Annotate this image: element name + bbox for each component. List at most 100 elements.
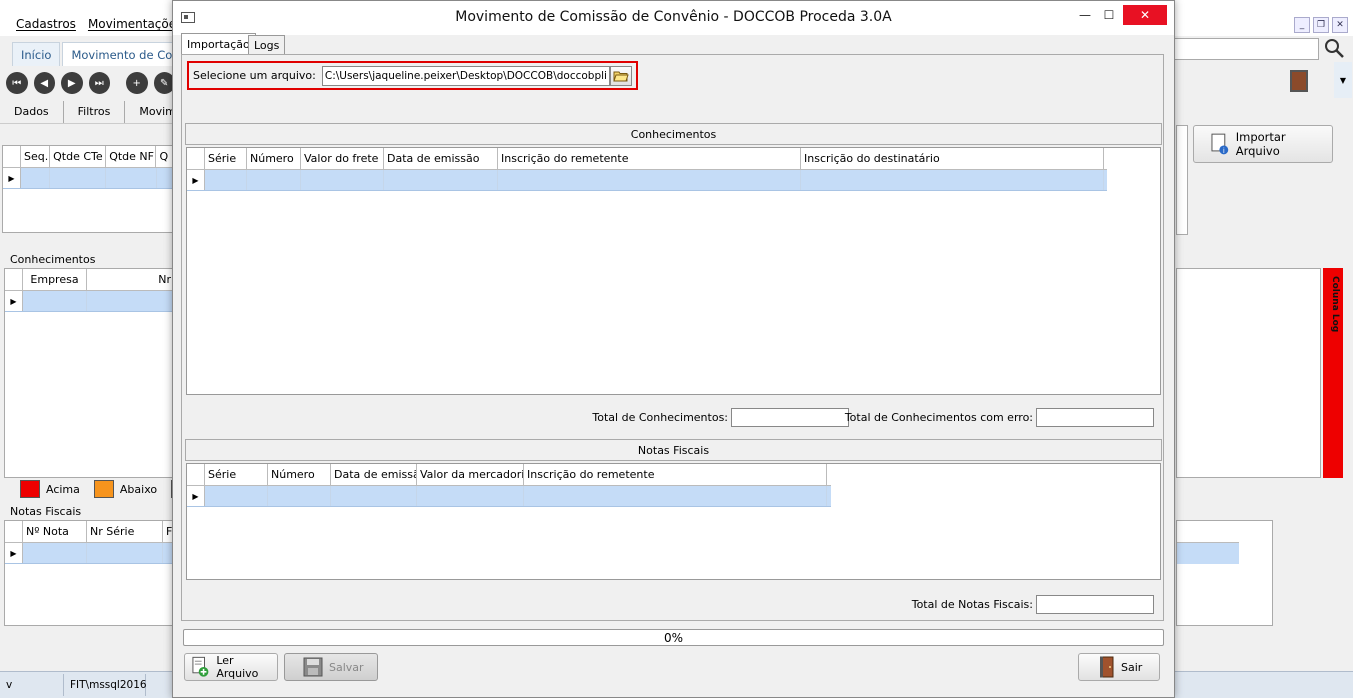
salvar-button[interactable]: Salvar — [284, 653, 378, 681]
table-row[interactable]: ▶ — [187, 170, 1107, 191]
row-pointer-icon: ▶ — [187, 486, 205, 506]
subtab-filtros[interactable]: Filtros — [64, 100, 126, 123]
main-conhecimentos-grid: Empresa Nr ▶ — [4, 268, 176, 478]
main-tabs: Início Movimento de Comis — [0, 38, 202, 66]
col-numero[interactable]: Número — [268, 464, 331, 485]
col-valor-frete[interactable]: Valor do frete — [301, 148, 384, 169]
col-numero-nota[interactable]: Nº Nota — [23, 521, 87, 542]
mdi-restore-icon[interactable]: ❐ — [1313, 17, 1329, 33]
conhecimentos-group-label: Conhecimentos — [8, 253, 98, 266]
previous-record-icon[interactable]: ◀ — [33, 72, 55, 94]
ler-arquivo-button[interactable]: Ler Arquivo — [184, 653, 278, 681]
col-serie[interactable]: Série — [205, 148, 247, 169]
tab-inicio[interactable]: Início — [12, 42, 61, 66]
total-conhecimentos-field[interactable] — [731, 408, 849, 427]
tab-logs[interactable]: Logs — [248, 35, 286, 55]
row-pointer-icon: ▶ — [5, 291, 23, 311]
total-conhecimentos-label: Total de Conhecimentos: — [592, 411, 728, 424]
background-right-panel-top — [1176, 125, 1188, 235]
add-file-icon — [192, 656, 209, 677]
subtab-dados[interactable]: Dados — [0, 100, 64, 123]
notas-fiscais-grid: Série Número Data de emissão Valor da me… — [186, 463, 1161, 580]
movimento-comissao-dialog: Movimento de Comissão de Convênio - DOCC… — [172, 0, 1175, 698]
search-icon[interactable] — [1323, 37, 1347, 61]
importar-arquivo-button[interactable]: i Importar Arquivo — [1193, 125, 1333, 163]
search-input[interactable] — [1174, 38, 1319, 60]
progress-bar: 0% — [183, 629, 1164, 646]
table-row[interactable]: ▶ — [5, 543, 175, 564]
row-pointer-icon: ▶ — [5, 543, 23, 563]
notas-fiscais-group-label: Notas Fiscais — [8, 505, 84, 518]
col-seq[interactable]: Seq. — [21, 146, 51, 167]
total-notas-fiscais-field[interactable] — [1036, 595, 1154, 614]
legend-label-acima: Acima — [46, 482, 80, 496]
col-qtde-nf[interactable]: Qtde NF — [106, 146, 157, 167]
main-notas-grid: Nº Nota Nr Série F ▶ — [4, 520, 176, 626]
total-conhecimentos-erro-label: Total de Conhecimentos com erro: — [844, 411, 1033, 424]
main-menubar: Cadastros Movimentações — [0, 12, 182, 36]
first-record-icon[interactable]: ⏮ — [6, 72, 28, 94]
col-inscricao-destinatario[interactable]: Inscrição do destinatário — [801, 148, 1104, 169]
col-nr-serie[interactable]: Nr Série — [87, 521, 163, 542]
dropdown-arrow-icon[interactable]: ▼ — [1334, 62, 1352, 98]
col-inscricao-remetente[interactable]: Inscrição do remetente — [524, 464, 827, 485]
file-selector: Selecione um arquivo: — [187, 61, 638, 90]
col-nr[interactable]: Nr — [87, 269, 175, 290]
menu-cadastros[interactable]: Cadastros — [16, 17, 76, 31]
legend-swatch-abaixo — [93, 480, 114, 498]
col-valor-mercadoria[interactable]: Valor da mercadoria — [417, 464, 524, 485]
folder-open-icon — [613, 71, 629, 81]
importar-arquivo-label: Importar Arquivo — [1235, 130, 1286, 158]
legend: Acima Abaixo — [20, 480, 192, 498]
main-top-grid: Seq. Qtde CTe Qtde NF Q ▶ — [2, 145, 177, 233]
progress-text: 0% — [663, 631, 684, 645]
conhecimentos-grid: Série Número Valor do frete Data de emis… — [186, 147, 1161, 395]
legend-swatch-acima — [20, 480, 40, 498]
legend-label-abaixo: Abaixo — [119, 482, 158, 496]
close-icon[interactable]: ✕ — [1123, 5, 1167, 25]
last-record-icon[interactable]: ⏭ — [88, 72, 110, 94]
conhecimentos-section-title: Conhecimentos — [185, 123, 1162, 145]
save-disk-icon — [303, 657, 323, 677]
add-record-icon[interactable]: + — [126, 72, 148, 94]
col-data-emissao[interactable]: Data de emissão — [331, 464, 417, 485]
exit-door-icon[interactable] — [1290, 70, 1308, 92]
status-cell-server: FIT\mssql2016 — [64, 674, 147, 696]
svg-text:i: i — [1223, 147, 1225, 155]
salvar-label: Salvar — [329, 660, 364, 674]
mdi-minimize-icon[interactable]: _ — [1294, 17, 1310, 33]
file-selector-label: Selecione um arquivo: — [193, 69, 316, 82]
next-record-icon[interactable]: ▶ — [61, 72, 83, 94]
col-qtde-cte[interactable]: Qtde CTe — [50, 146, 107, 167]
total-conhecimentos-erro-field[interactable] — [1036, 408, 1154, 427]
browse-folder-button[interactable] — [609, 65, 632, 86]
menu-movimentacoes[interactable]: Movimentações — [88, 17, 182, 31]
total-notas-fiscais-label: Total de Notas Fiscais: — [911, 598, 1033, 611]
mdi-close-icon[interactable]: ✕ — [1332, 17, 1348, 33]
col-numero[interactable]: Número — [247, 148, 301, 169]
coluna-log-label: Coluna Log — [1323, 268, 1343, 478]
sair-label: Sair — [1121, 660, 1143, 674]
table-row[interactable]: ▶ — [3, 168, 176, 189]
subtabs: Dados Filtros Movime — [0, 100, 198, 124]
notas-fiscais-section-title: Notas Fiscais — [185, 439, 1162, 461]
table-row[interactable]: ▶ — [187, 486, 831, 507]
col-serie[interactable]: Série — [205, 464, 268, 485]
sair-button[interactable]: Sair — [1078, 653, 1160, 681]
row-pointer-icon: ▶ — [187, 170, 205, 190]
col-data-emissao[interactable]: Data de emissão — [384, 148, 498, 169]
background-right-grid — [1176, 520, 1273, 626]
dialog-titlebar[interactable]: Movimento de Comissão de Convênio - DOCC… — [173, 1, 1174, 35]
exit-door-icon — [1100, 656, 1114, 678]
row-pointer-icon: ▶ — [3, 168, 21, 188]
file-path-input[interactable] — [321, 65, 610, 86]
mdi-window-controls: _ ❐ ✕ — [1294, 17, 1348, 33]
record-navigation: ⏮ ◀ ▶ ⏭ + ✎ — [0, 66, 175, 100]
table-row[interactable]: ▶ — [5, 291, 175, 312]
col-inscricao-remetente[interactable]: Inscrição do remetente — [498, 148, 801, 169]
status-cell-v: v — [0, 674, 64, 696]
import-file-icon: i — [1211, 133, 1229, 155]
tab-importacao[interactable]: Importação — [181, 33, 256, 55]
col-empresa[interactable]: Empresa — [23, 269, 87, 290]
dialog-title: Movimento de Comissão de Convênio - DOCC… — [455, 9, 892, 25]
